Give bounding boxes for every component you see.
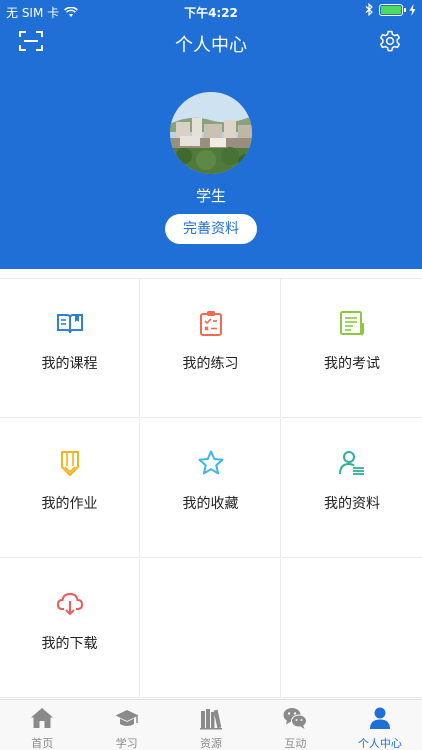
tab-label: 互动 [284,737,307,750]
cloud-download-icon [56,592,84,616]
menu-label: 我的考试 [324,356,380,372]
tab-study[interactable]: 学习 [84,700,168,750]
battery-icon [379,3,406,16]
menu-empty-cell [141,559,281,698]
menu-item-favorites[interactable]: 我的收藏 [141,419,281,558]
charging-icon [409,3,416,16]
tab-label: 资源 [200,737,223,750]
tab-label: 个人中心 [357,737,402,750]
chat-icon [283,708,308,729]
exam-icon [340,311,364,336]
menu-item-exams[interactable]: 我的考试 [282,279,422,418]
menu-label: 我的资料 [324,496,380,512]
menu-item-downloads[interactable]: 我的下载 [0,559,140,698]
menu-label: 我的练习 [182,356,239,372]
tab-label: 学习 [115,737,138,750]
menu-label: 我的作业 [41,496,98,512]
graduation-cap-icon [115,710,139,726]
page-title: 个人中心 [175,35,247,56]
pencil-icon [61,451,79,476]
menu-item-homework[interactable]: 我的作业 [0,419,140,558]
menu-item-practice[interactable]: 我的练习 [141,279,281,418]
tab-resources[interactable]: 资源 [169,700,253,750]
user-list-icon [339,451,364,475]
menu-item-profile-info[interactable]: 我的资料 [282,419,422,558]
status-bar: 无 SIM 卡 下午4:22 [0,0,422,22]
menu-grid: 我的课程 我的练习 我的考试 我的作业 我的收藏 我的资料 我的下载 [0,278,422,699]
book-icon [57,314,83,334]
star-icon [198,450,224,475]
gear-icon[interactable] [378,29,402,53]
tab-label: 首页 [31,737,54,750]
clipboard-icon [200,311,222,336]
books-icon [200,709,223,730]
tab-home[interactable]: 首页 [0,700,84,750]
bluetooth-icon [365,3,373,16]
menu-label: 我的课程 [41,356,98,372]
tab-interact[interactable]: 互动 [253,700,337,750]
complete-profile-button[interactable]: 完善资料 [165,214,257,244]
menu-item-courses[interactable]: 我的课程 [0,279,140,418]
home-icon [31,708,54,728]
menu-label: 我的收藏 [182,496,239,512]
user-name: 学生 [195,187,226,205]
avatar[interactable] [170,92,252,174]
tab-bar: 首页 学习 资源 互动 个人中心 [0,699,422,750]
person-icon [369,707,390,729]
status-time: 下午4:22 [184,6,238,20]
menu-empty-cell [282,559,422,698]
tab-personal-center[interactable]: 个人中心 [338,700,422,750]
profile-header: 无 SIM 卡 下午4:22 个人中心 学生 完善资料 [0,0,422,269]
menu-label: 我的下载 [41,636,98,652]
